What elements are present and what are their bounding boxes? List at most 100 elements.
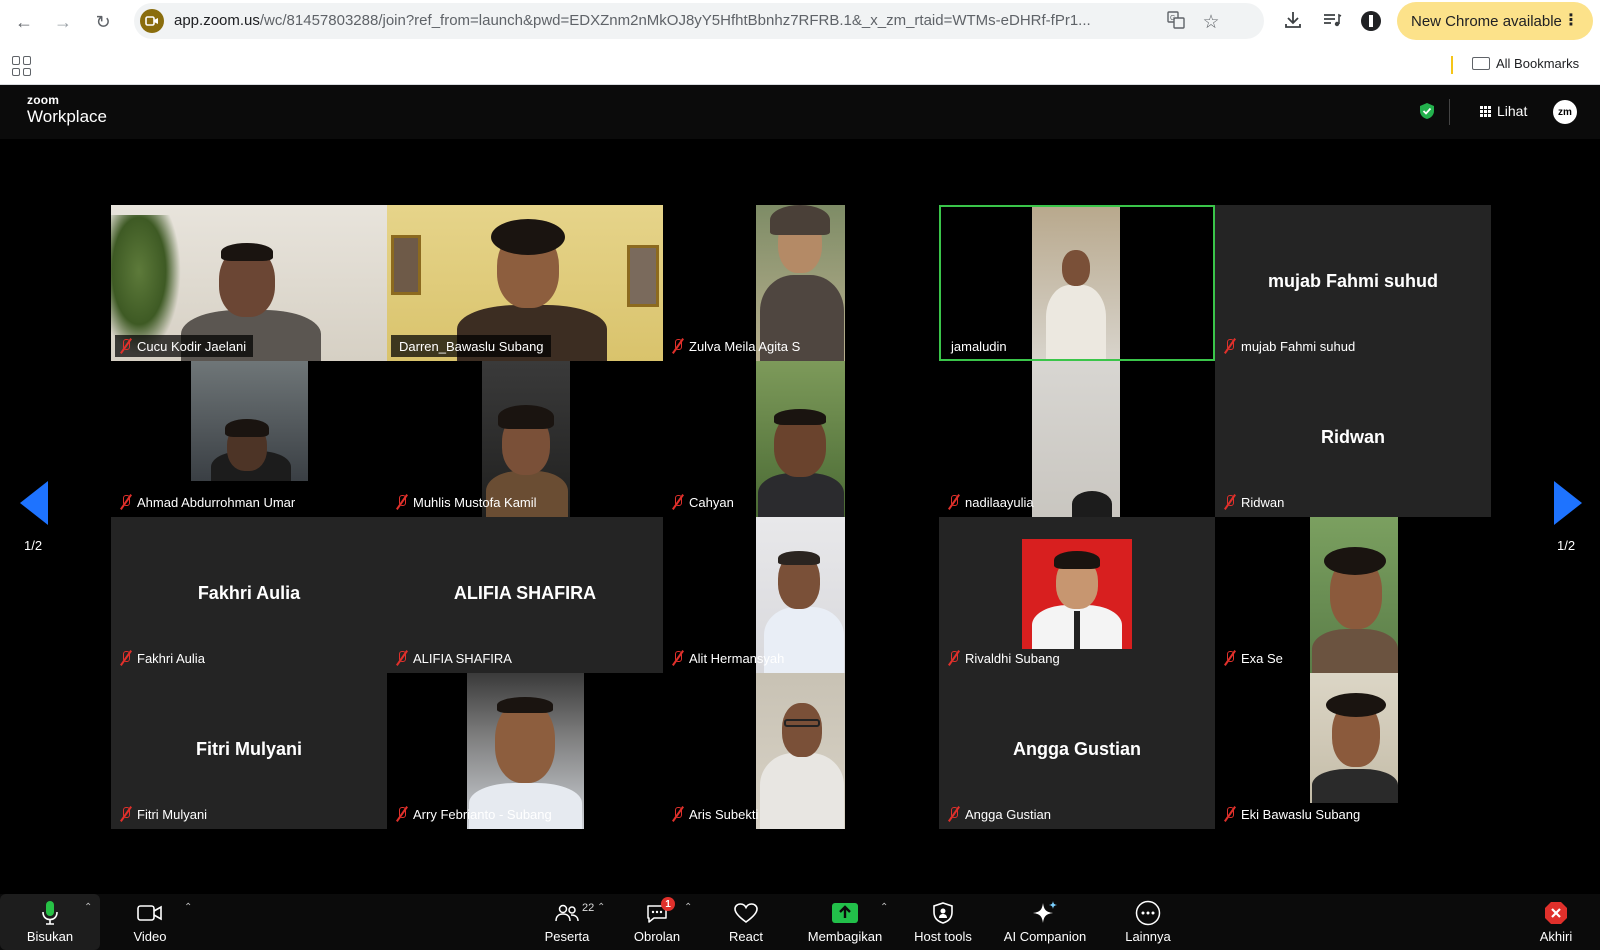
participant-tile[interactable]: Exa Se bbox=[1215, 517, 1491, 673]
page-indicator-left: 1/2 bbox=[24, 538, 43, 553]
share-screen-icon bbox=[831, 900, 859, 926]
participant-name-label: Cucu Kodir Jaelani bbox=[115, 335, 254, 357]
video-feed bbox=[756, 673, 845, 829]
back-icon[interactable]: ← bbox=[12, 10, 36, 34]
muted-mic-icon bbox=[1223, 494, 1237, 510]
host-tools-button[interactable]: Host tools bbox=[905, 894, 981, 950]
participant-tile[interactable]: Rivaldhi Subang bbox=[939, 517, 1215, 673]
reload-icon[interactable]: ↻ bbox=[91, 10, 115, 34]
muted-mic-icon bbox=[947, 806, 961, 822]
url-text[interactable]: app.zoom.us/wc/81457803288/join?ref_from… bbox=[174, 12, 1194, 29]
participant-tile[interactable]: Eki Bawaslu Subang bbox=[1215, 673, 1491, 829]
participant-display-name: Angga Gustian bbox=[1012, 739, 1141, 759]
video-camera-icon bbox=[136, 900, 164, 926]
muted-mic-icon bbox=[1223, 650, 1237, 666]
participant-tile[interactable]: Arry Febrianto - Subang bbox=[387, 673, 663, 829]
participant-name-label: Muhlis Mustofa Kamil bbox=[391, 491, 544, 513]
next-page-arrow-icon[interactable] bbox=[1554, 481, 1582, 525]
participant-tile[interactable]: Cahyan bbox=[663, 361, 939, 517]
participant-name-label: Ahmad Abdurrohman Umar bbox=[115, 491, 302, 513]
address-bar[interactable]: app.zoom.us/wc/81457803288/join?ref_from… bbox=[134, 3, 1264, 39]
muted-mic-icon bbox=[671, 806, 685, 822]
muted-mic-icon bbox=[671, 650, 685, 666]
browser-chrome: ← → ↻ app.zoom.us/wc/81457803288/join?re… bbox=[0, 0, 1600, 85]
participant-tile[interactable]: Cucu Kodir Jaelani bbox=[111, 205, 387, 361]
participant-tile[interactable]: Fitri Mulyani Fitri Mulyani bbox=[111, 673, 387, 829]
video-feed bbox=[756, 361, 845, 517]
participant-tile[interactable]: Aris Subekti bbox=[663, 673, 939, 829]
participant-name-label: Eki Bawaslu Subang bbox=[1219, 803, 1367, 825]
participants-options-chevron-icon[interactable]: ⌃ bbox=[597, 902, 605, 913]
heart-icon bbox=[732, 900, 760, 926]
participant-tile[interactable]: Darren_Bawaslu Subang bbox=[387, 205, 663, 361]
menu-dots-icon[interactable]: ⋮ bbox=[1563, 10, 1579, 30]
update-label: New Chrome available bbox=[1411, 12, 1562, 30]
profile-photo bbox=[1022, 539, 1132, 649]
translate-icon[interactable]: G bbox=[1166, 11, 1186, 31]
participant-tile[interactable]: Fakhri Aulia Fakhri Aulia bbox=[111, 517, 387, 673]
chat-options-chevron-icon[interactable]: ⌃ bbox=[684, 902, 692, 913]
end-close-icon bbox=[1542, 900, 1570, 926]
participant-name-label: Rivaldhi Subang bbox=[943, 647, 1067, 669]
participant-tile[interactable]: Ahmad Abdurrohman Umar bbox=[111, 361, 387, 517]
muted-mic-icon bbox=[671, 494, 685, 510]
ai-companion-button[interactable]: AI Companion bbox=[990, 894, 1100, 950]
participant-name-label: Alit Hermansyah bbox=[667, 647, 791, 669]
react-button[interactable]: React bbox=[718, 894, 774, 950]
share-screen-button[interactable]: Membagikan bbox=[800, 894, 890, 950]
header-separator bbox=[1449, 99, 1450, 125]
participant-name-label: Cahyan bbox=[667, 491, 741, 513]
bookmark-star-icon[interactable]: ☆ bbox=[1201, 11, 1221, 33]
muted-mic-icon bbox=[1223, 806, 1237, 822]
site-info-icon[interactable] bbox=[140, 9, 164, 33]
participant-tile[interactable]: nadilaayulia bbox=[939, 361, 1215, 517]
participants-icon bbox=[553, 900, 581, 926]
video-button[interactable]: Video bbox=[120, 894, 180, 950]
more-ellipsis-icon bbox=[1134, 900, 1162, 926]
download-icon[interactable] bbox=[1281, 10, 1305, 34]
svg-text:G: G bbox=[1170, 15, 1175, 22]
participant-tile[interactable]: Alit Hermansyah bbox=[663, 517, 939, 673]
participant-tile[interactable]: mujab Fahmi suhud mujab Fahmi suhud bbox=[1215, 205, 1491, 361]
participant-name-label: Fitri Mulyani bbox=[115, 803, 214, 825]
grid-view-icon bbox=[1480, 105, 1491, 117]
participant-name-label: Ridwan bbox=[1219, 491, 1291, 513]
muted-mic-icon bbox=[395, 650, 409, 666]
view-button[interactable]: Lihat bbox=[1480, 103, 1527, 119]
participant-name-label: mujab Fahmi suhud bbox=[1219, 335, 1362, 357]
folder-icon bbox=[1472, 57, 1490, 70]
end-meeting-button[interactable]: Akhiri bbox=[1528, 894, 1584, 950]
participant-tile[interactable]: Angga Gustian Angga Gustian bbox=[939, 673, 1215, 829]
more-button[interactable]: Lainnya bbox=[1116, 894, 1180, 950]
muted-mic-icon bbox=[1223, 338, 1237, 354]
participant-display-name: Fakhri Aulia bbox=[197, 583, 301, 603]
participant-display-name: Ridwan bbox=[1320, 427, 1385, 447]
chat-unread-badge: 1 bbox=[661, 897, 675, 911]
chat-button[interactable]: 1 Obrolan bbox=[627, 894, 687, 950]
host-shield-icon bbox=[929, 900, 957, 926]
media-controls-icon[interactable] bbox=[1320, 10, 1344, 34]
participant-name-label: Arry Febrianto - Subang bbox=[391, 803, 559, 825]
profile-avatar-icon[interactable] bbox=[1359, 10, 1383, 34]
participant-tile[interactable]: Ridwan Ridwan bbox=[1215, 361, 1491, 517]
bookmark-separator bbox=[1451, 56, 1453, 74]
apps-grid-icon[interactable] bbox=[12, 56, 32, 76]
video-feed bbox=[1310, 673, 1398, 803]
muted-mic-icon bbox=[119, 650, 133, 666]
forward-icon[interactable]: → bbox=[51, 10, 75, 34]
previous-page-arrow-icon[interactable] bbox=[20, 481, 48, 525]
share-options-chevron-icon[interactable]: ⌃ bbox=[880, 902, 888, 913]
participant-name-label: Fakhri Aulia bbox=[115, 647, 212, 669]
participant-tile[interactable]: ALIFIA SHAFIRA ALIFIA SHAFIRA bbox=[387, 517, 663, 673]
encryption-shield-icon[interactable] bbox=[1419, 102, 1435, 120]
chat-icon: 1 bbox=[643, 897, 675, 926]
microphone-icon bbox=[36, 900, 64, 926]
new-chrome-available-button[interactable]: New Chrome available ⋮ bbox=[1397, 2, 1593, 40]
mute-options-chevron-icon[interactable]: ⌃ bbox=[84, 902, 92, 913]
zoom-account-avatar[interactable]: zm bbox=[1553, 100, 1577, 124]
participant-tile[interactable]: Zulva Meila Agita S bbox=[663, 205, 939, 361]
participant-name-label: Exa Se bbox=[1219, 647, 1290, 669]
all-bookmarks-button[interactable]: All Bookmarks bbox=[1472, 56, 1579, 71]
participant-tile[interactable]: Muhlis Mustofa Kamil bbox=[387, 361, 663, 517]
video-options-chevron-icon[interactable]: ⌃ bbox=[184, 902, 192, 913]
